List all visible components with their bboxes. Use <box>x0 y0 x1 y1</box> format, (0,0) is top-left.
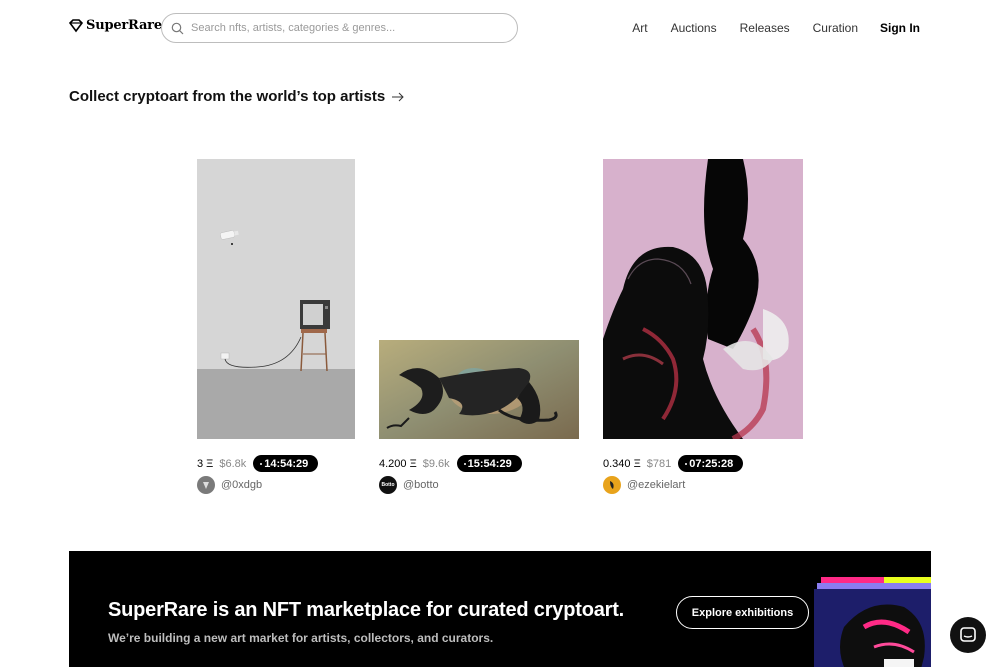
banner-artwork <box>814 577 931 667</box>
price-usd: $781 <box>646 457 672 470</box>
chat-bubble-icon <box>960 627 976 642</box>
nav-art[interactable]: Art <box>632 21 647 35</box>
superrare-logo[interactable]: SuperRare <box>69 18 162 33</box>
search-bar[interactable] <box>161 13 518 43</box>
avatar <box>603 476 621 494</box>
artwork-image-botto[interactable] <box>379 340 579 439</box>
sign-in-link[interactable]: Sign In <box>880 21 920 35</box>
avatar <box>197 476 215 494</box>
search-icon <box>171 22 184 34</box>
diamond-logo-icon <box>69 18 83 32</box>
auction-timer: 14:54:29 <box>253 455 319 472</box>
search-input[interactable] <box>191 22 491 34</box>
nav-releases[interactable]: Releases <box>740 21 790 35</box>
card-meta-0xdgb: 3 Ξ $6.8k 14:54:29 <box>197 455 319 472</box>
avatar-text: Botto <box>381 482 395 488</box>
headline-text: Collect cryptoart from the world’s top a… <box>69 88 386 105</box>
price-usd: $9.6k <box>422 457 450 470</box>
artist-link-ezekielart[interactable]: @ezekielart <box>603 476 685 494</box>
artwork-image-0xdgb[interactable] <box>197 159 355 439</box>
auction-timer: 15:54:29 <box>456 455 522 472</box>
artist-handle: @botto <box>403 479 439 491</box>
chat-button[interactable] <box>950 617 986 653</box>
nav-auctions[interactable]: Auctions <box>671 21 717 35</box>
price-eth: 4.200 Ξ <box>379 457 417 470</box>
price-usd: $6.8k <box>219 457 247 470</box>
card-meta-ezekielart: 0.340 Ξ $781 07:25:28 <box>603 455 744 472</box>
site-header: SuperRare Art Auctions Releases Curation… <box>0 0 1000 56</box>
price-eth: 3 Ξ <box>197 457 214 470</box>
artist-handle: @0xdgb <box>221 479 263 491</box>
artist-link-botto[interactable]: Botto @botto <box>379 476 439 494</box>
auction-timer: 07:25:28 <box>678 455 744 472</box>
artwork-image-ezekielart[interactable] <box>603 159 803 439</box>
marketplace-banner: SuperRare is an NFT marketplace for cura… <box>69 551 931 667</box>
price-eth: 0.340 Ξ <box>603 457 641 470</box>
banner-title: SuperRare is an NFT marketplace for cura… <box>108 599 625 621</box>
card-meta-botto: 4.200 Ξ $9.6k 15:54:29 <box>379 455 522 472</box>
avatar: Botto <box>379 476 397 494</box>
arrow-right-icon <box>392 92 404 101</box>
main-nav: Art Auctions Releases Curation Sign In <box>609 21 920 35</box>
nav-curation[interactable]: Curation <box>813 21 858 35</box>
explore-exhibitions-button[interactable]: Explore exhibitions <box>676 596 809 629</box>
banner-subtitle: We’re building a new art market for arti… <box>108 631 494 645</box>
logo-text: SuperRare <box>86 18 162 33</box>
artist-link-0xdgb[interactable]: @0xdgb <box>197 476 262 494</box>
collect-headline[interactable]: Collect cryptoart from the world’s top a… <box>69 88 404 105</box>
artist-handle: @ezekielart <box>627 479 686 491</box>
